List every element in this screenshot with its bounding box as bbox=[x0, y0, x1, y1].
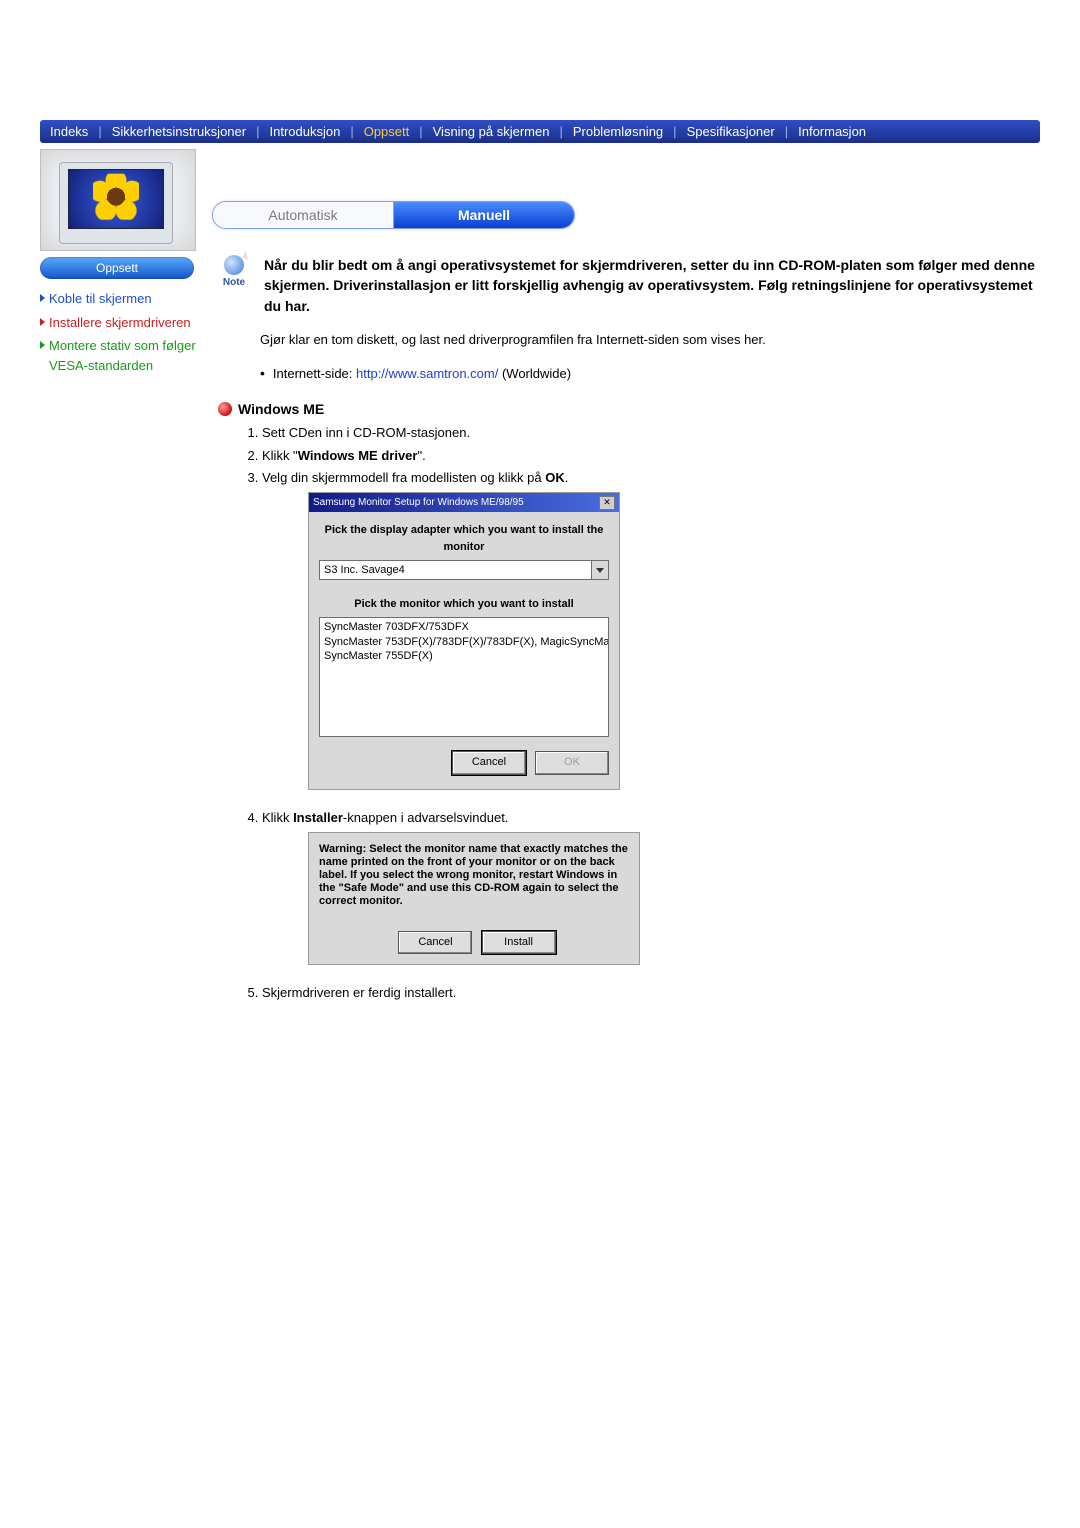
section-header: Windows ME bbox=[218, 401, 1036, 417]
arrow-icon bbox=[40, 294, 45, 302]
nav-indeks[interactable]: Indeks bbox=[50, 124, 88, 139]
arrow-icon bbox=[40, 318, 45, 326]
adapter-combobox[interactable]: S3 Inc. Savage4 bbox=[319, 560, 609, 580]
dialog1-title: Samsung Monitor Setup for Windows ME/98/… bbox=[313, 495, 524, 511]
dialog2-cancel-button[interactable]: Cancel bbox=[398, 931, 472, 954]
tab-manuell[interactable]: Manuell bbox=[394, 202, 574, 228]
chevron-down-icon bbox=[591, 561, 608, 579]
nav-informasjon[interactable]: Informasjon bbox=[798, 124, 866, 139]
steps-list: Sett CDen inn i CD-ROM-stasjonen. Klikk … bbox=[262, 423, 1036, 1002]
nav-oppsett[interactable]: Oppsett bbox=[364, 124, 410, 139]
paragraph-diskett: Gjør klar en tom diskett, og last ned dr… bbox=[260, 330, 1036, 350]
step-3: Velg din skjermmodell fra modellisten og… bbox=[262, 468, 1036, 790]
step-4: Klikk Installer-knappen i advarselsvindu… bbox=[262, 808, 1036, 965]
dialog1-label-monitor: Pick the monitor which you want to insta… bbox=[319, 596, 609, 613]
dialog2-warning-text: Warning: Select the monitor name that ex… bbox=[319, 843, 629, 909]
nav-sikkerhet[interactable]: Sikkerhetsinstruksjoner bbox=[112, 124, 246, 139]
sidebar: Oppsett Koble til skjermen Installere sk… bbox=[40, 149, 198, 379]
step-5: Skjermdriveren er ferdig installert. bbox=[262, 983, 1036, 1003]
step-2: Klikk "Windows ME driver". bbox=[262, 446, 1036, 466]
sidebar-link-installere[interactable]: Installere skjermdriveren bbox=[40, 313, 198, 333]
dialog-warning: Warning: Select the monitor name that ex… bbox=[308, 832, 640, 965]
dialog1-cancel-button[interactable]: Cancel bbox=[452, 751, 526, 774]
internet-line: Internett-side: http://www.samtron.com/ … bbox=[260, 365, 1036, 381]
nav-introduksjon[interactable]: Introduksjon bbox=[269, 124, 340, 139]
bullet-icon bbox=[260, 366, 273, 381]
nav-problem[interactable]: Problemløsning bbox=[573, 124, 663, 139]
top-nav: Indeks| Sikkerhetsinstruksjoner| Introdu… bbox=[40, 120, 1040, 143]
tab-automatisk[interactable]: Automatisk bbox=[213, 202, 394, 228]
sidebar-button-oppsett[interactable]: Oppsett bbox=[40, 257, 194, 279]
install-mode-tabs: Automatisk Manuell bbox=[212, 201, 1036, 229]
dialog-monitor-setup: Samsung Monitor Setup for Windows ME/98/… bbox=[308, 492, 620, 790]
content-area: Automatisk Manuell Note Når du blir bedt… bbox=[208, 149, 1040, 1011]
dialog1-label-adapter: Pick the display adapter which you want … bbox=[319, 522, 609, 556]
note-block: Note Når du blir bedt om å angi operativ… bbox=[212, 255, 1036, 316]
nav-visning[interactable]: Visning på skjermen bbox=[433, 124, 550, 139]
dialog1-ok-button[interactable]: OK bbox=[535, 751, 609, 774]
internet-link[interactable]: http://www.samtron.com/ bbox=[356, 366, 498, 381]
step-1: Sett CDen inn i CD-ROM-stasjonen. bbox=[262, 423, 1036, 443]
sidebar-image bbox=[40, 149, 196, 251]
note-icon bbox=[224, 255, 244, 275]
sidebar-link-montere[interactable]: Montere stativ som følger VESA-standarde… bbox=[40, 336, 198, 375]
note-label: Note bbox=[212, 277, 256, 288]
bullet-ball-icon bbox=[218, 402, 232, 416]
nav-spesifikasjoner[interactable]: Spesifikasjoner bbox=[687, 124, 775, 139]
sidebar-link-koble[interactable]: Koble til skjermen bbox=[40, 289, 198, 309]
dialog1-close-button[interactable]: ✕ bbox=[599, 496, 615, 510]
note-text: Når du blir bedt om å angi operativsyste… bbox=[264, 255, 1036, 316]
section-title: Windows ME bbox=[238, 401, 324, 417]
arrow-icon bbox=[40, 341, 45, 349]
monitor-listbox[interactable]: SyncMaster 703DFX/753DFX SyncMaster 753D… bbox=[319, 617, 609, 737]
dialog2-install-button[interactable]: Install bbox=[482, 931, 556, 954]
